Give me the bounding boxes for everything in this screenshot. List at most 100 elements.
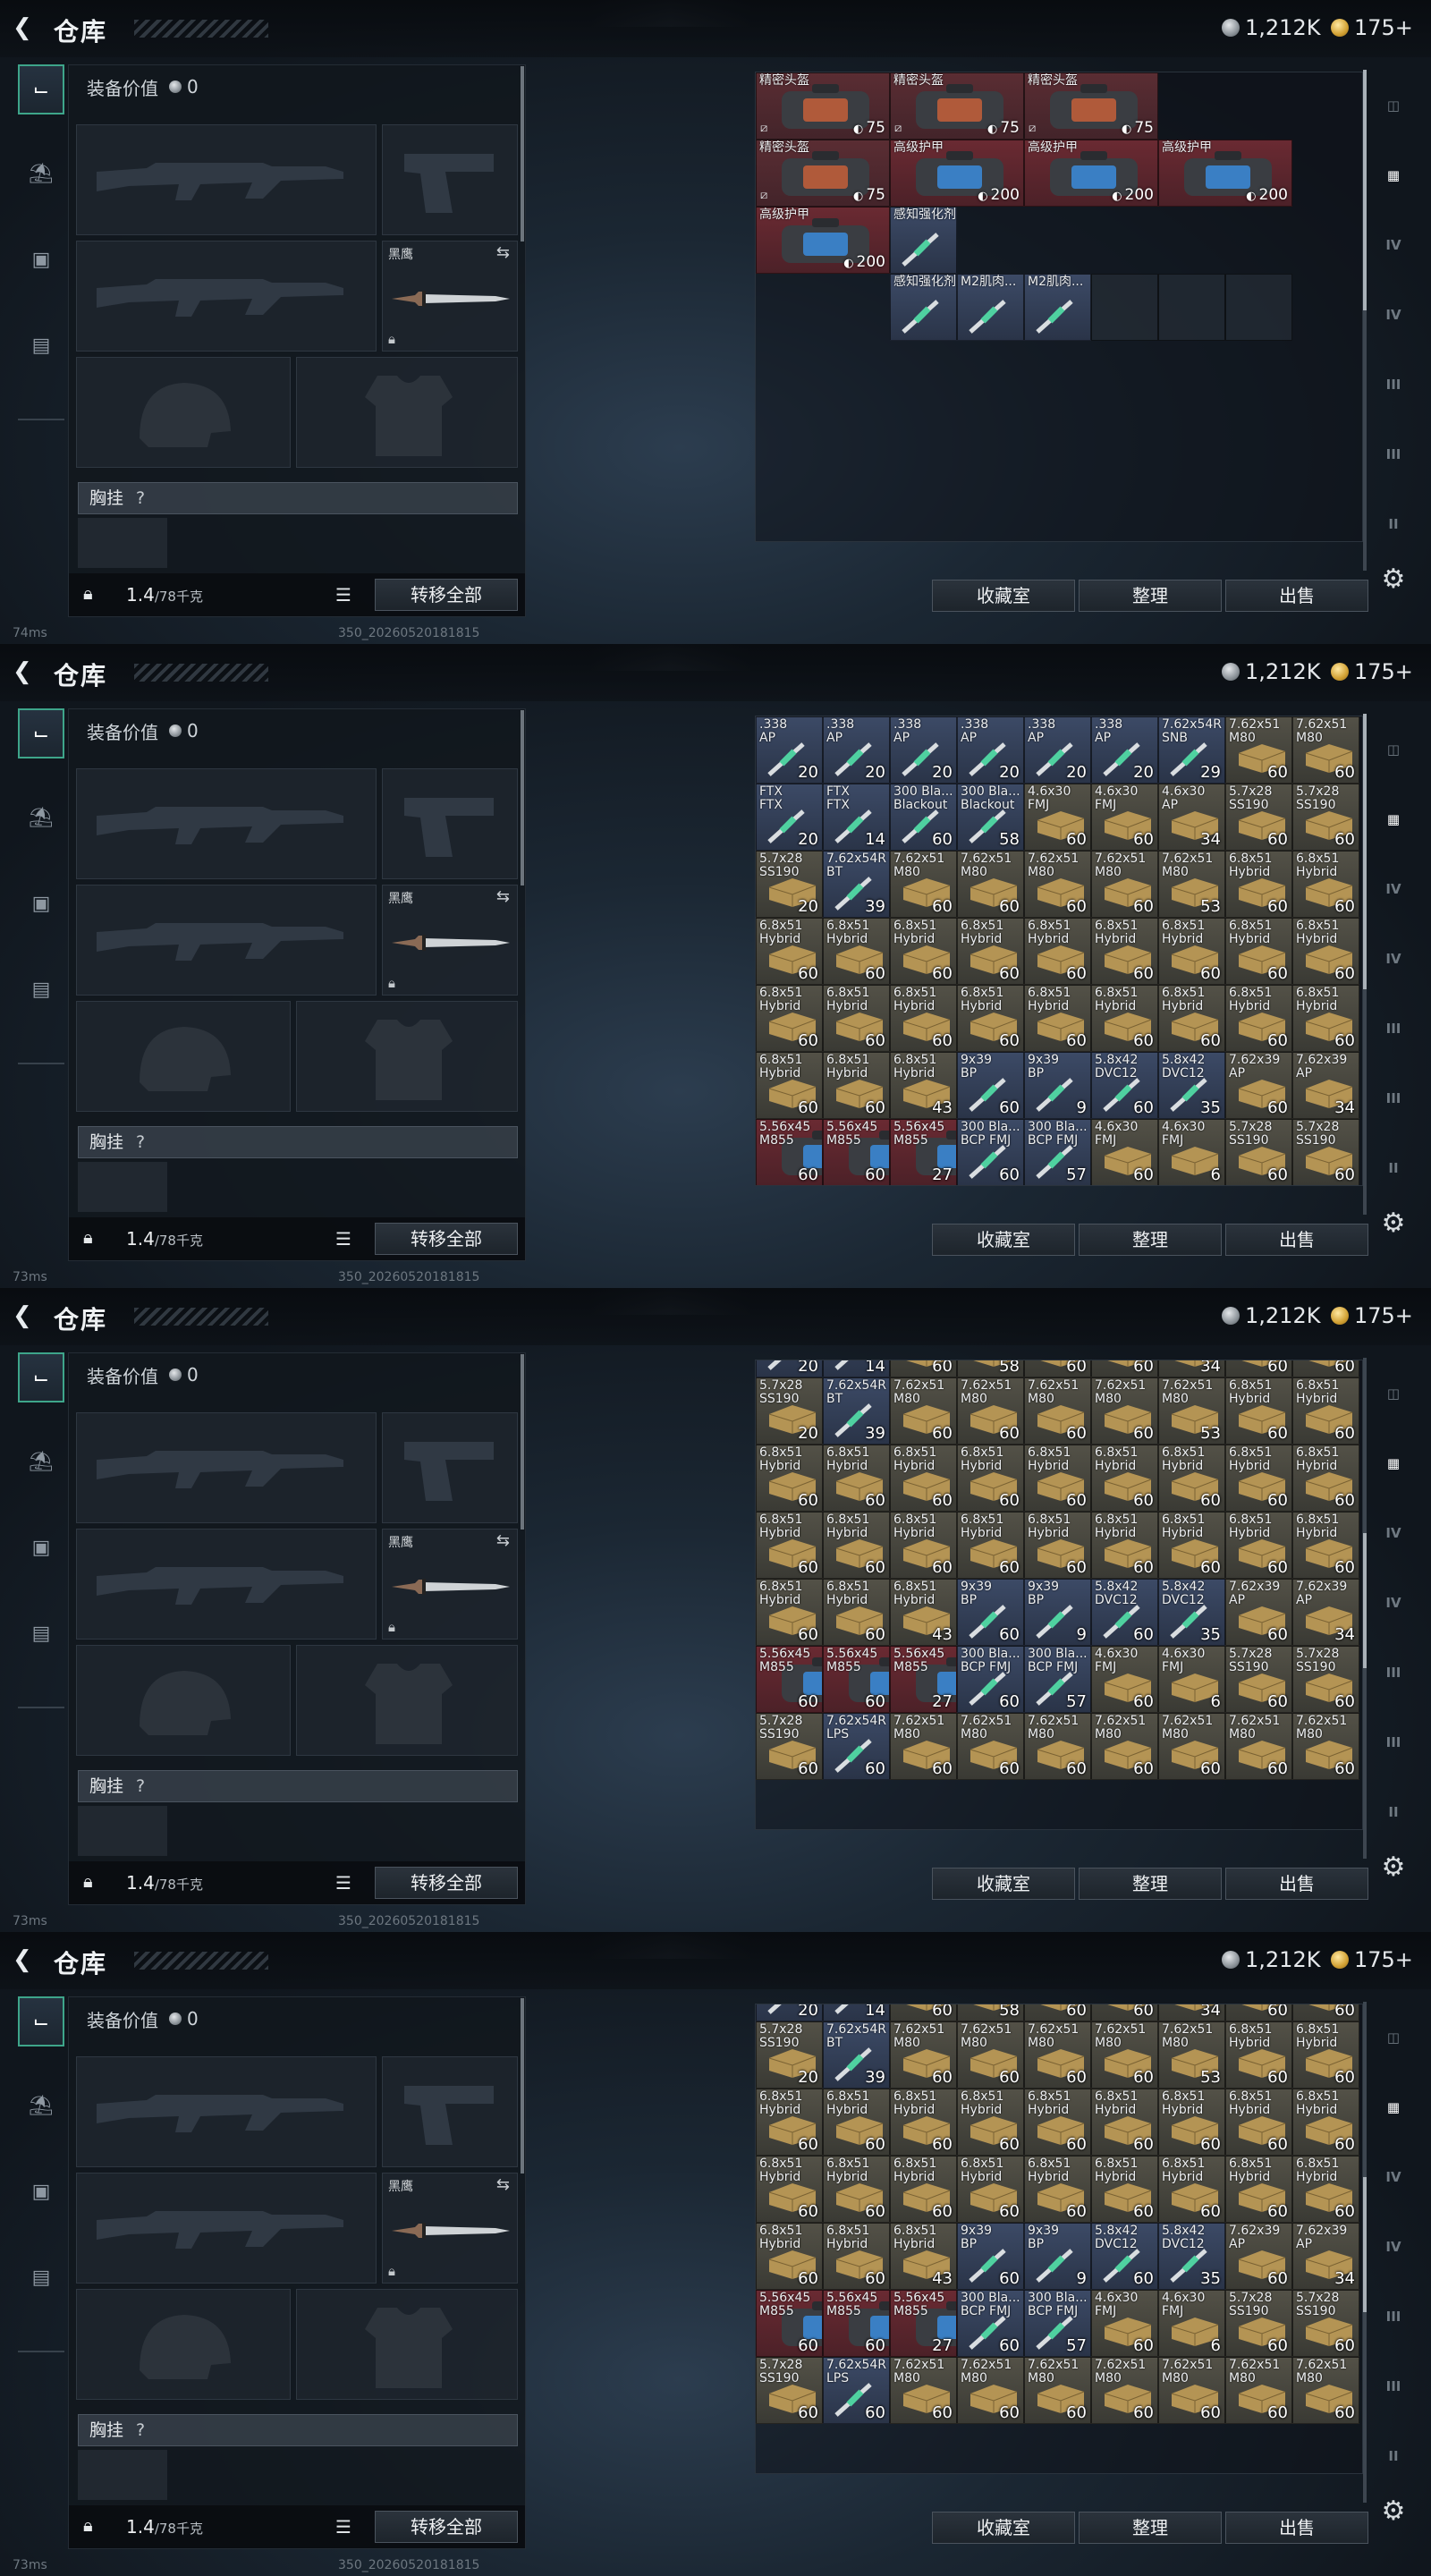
secondary-weapon-slot[interactable] [76,1529,377,1640]
item-cell[interactable]: 6.8x51 Hybrid 60 [1225,2021,1292,2089]
filter-favorite-icon[interactable]: ▦ [1374,156,1413,195]
armor-slot[interactable] [296,357,518,468]
item-cell[interactable]: 6.8x51 Hybrid 60 [890,1445,957,1512]
item-cell[interactable]: 20 [756,2004,823,2021]
item-cell[interactable]: 6.8x51 Hybrid 60 [957,985,1024,1052]
stash-scroll-thumb[interactable] [1363,70,1367,310]
item-cell[interactable]: 6.8x51 Hybrid 60 [1024,1512,1091,1579]
tier-4-alt-icon[interactable]: IV [1374,939,1413,979]
item-cell[interactable]: 6.8x51 Hybrid 60 [1091,2156,1158,2223]
gear-icon[interactable]: ⚙ [1377,2496,1410,2528]
item-cell[interactable]: 6.8x51 Hybrid 60 [957,918,1024,985]
item-cell[interactable]: 9x39 BP 9 [1024,2223,1091,2290]
secondary-weapon-slot[interactable] [76,885,377,996]
item-cell[interactable]: 5.7x28 SS190 60 [1292,784,1359,851]
gold-currency[interactable]: 175+ [1331,658,1413,685]
item-cell[interactable]: 6.8x51 Hybrid 60 [1091,2089,1158,2156]
item-cell[interactable]: 7.62x39 AP 34 [1292,1052,1359,1119]
tier-2-icon[interactable]: II [1374,1792,1413,1832]
item-cell[interactable]: 7.62x51 M80 60 [1091,1377,1158,1445]
item-cell[interactable]: 5.7x28 SS190 60 [1292,1119,1359,1185]
gold-currency[interactable]: 175+ [1331,14,1413,41]
item-cell[interactable]: 精密头盔 ⧄ ◐ 75 [890,72,1024,140]
item-cell[interactable]: 5.8x42 DVC12 35 [1158,1579,1225,1646]
item-cell[interactable]: .338 AP 20 [1091,716,1158,784]
item-cell[interactable]: 6.8x51 Hybrid 60 [1158,985,1225,1052]
item-cell[interactable]: 5.56x45 M855 60 [756,1119,823,1185]
item-cell[interactable]: 4.6x30 FMJ 6 [1158,1119,1225,1185]
item-cell[interactable]: 6.8x51 Hybrid 60 [823,918,890,985]
item-cell[interactable]: 60 [1292,2004,1359,2021]
item-cell[interactable]: 5.7x28 SS190 60 [756,2357,823,2424]
item-cell[interactable]: 20 [756,1360,823,1377]
armor-slot[interactable] [296,2289,518,2400]
item-cell[interactable]: 7.62x51 M80 60 [957,2021,1024,2089]
armor-slot[interactable] [296,1645,518,1756]
item-cell[interactable]: 6.8x51 Hybrid 60 [823,2156,890,2223]
item-cell[interactable]: 9x39 BP 60 [957,1052,1024,1119]
item-cell[interactable]: 7.62x39 AP 60 [1225,2223,1292,2290]
item-cell[interactable]: 6.8x51 Hybrid 60 [1292,2089,1359,2156]
item-cell[interactable]: 7.62x51 M80 60 [890,2021,957,2089]
item-cell[interactable]: 6.8x51 Hybrid 43 [890,1579,957,1646]
item-cell[interactable]: .338 AP 20 [890,716,957,784]
item-cell[interactable]: 6.8x51 Hybrid 60 [1225,1445,1292,1512]
item-cell[interactable]: 5.56x45 M855 60 [756,2290,823,2357]
item-cell[interactable]: 7.62x51 M80 60 [1292,716,1359,784]
item-cell[interactable]: 5.56x45 M855 60 [823,1119,890,1185]
chest-rig-bar[interactable]: 胸挂? [78,2414,518,2446]
item-cell[interactable]: 300 Bla... BCP FMJ 60 [957,1119,1024,1185]
item-cell[interactable]: 6.8x51 Hybrid 60 [1292,985,1359,1052]
item-cell[interactable]: 5.56x45 M855 27 [890,1119,957,1185]
filter-favorite-icon[interactable]: ▦ [1374,2088,1413,2127]
item-cell[interactable]: 5.7x28 SS190 60 [1225,784,1292,851]
item-cell[interactable]: 5.7x28 SS190 20 [756,1377,823,1445]
melee-slot[interactable]: 黑鹰 ⇆ 🔒︎ [382,2173,518,2284]
tier-3-icon[interactable]: III [1374,2297,1413,2336]
item-cell[interactable]: 4.6x30 FMJ 60 [1024,784,1091,851]
item-cell[interactable]: 感知强化剂 [890,207,957,274]
briefcase-icon[interactable]: ▤ [18,1608,64,1658]
item-cell[interactable]: 7.62x51 M80 60 [1024,1377,1091,1445]
primary-weapon-slot[interactable] [76,1412,377,1523]
item-cell[interactable]: 9x39 BP 9 [1024,1052,1091,1119]
item-cell[interactable]: 58 [957,1360,1024,1377]
secondary-weapon-slot[interactable] [76,2173,377,2284]
item-cell[interactable]: 6.8x51 Hybrid 60 [1024,2089,1091,2156]
item-cell[interactable]: 7.62x51 M80 60 [1091,1713,1158,1780]
chest-rig-help[interactable]: ? [136,2420,145,2440]
item-cell[interactable]: 6.8x51 Hybrid 60 [1158,918,1225,985]
item-cell[interactable]: 5.8x42 DVC12 60 [1091,1579,1158,1646]
item-cell[interactable]: 7.62x39 AP 60 [1225,1579,1292,1646]
item-cell[interactable]: .338 AP 20 [823,716,890,784]
item-cell[interactable]: 6.8x51 Hybrid 60 [823,1512,890,1579]
item-cell[interactable]: 5.8x42 DVC12 35 [1158,1052,1225,1119]
tier-2-icon[interactable]: II [1374,1148,1413,1188]
item-cell[interactable]: 60 [1091,2004,1158,2021]
item-cell[interactable]: 60 [890,1360,957,1377]
item-cell[interactable]: 6.8x51 Hybrid 60 [1024,1445,1091,1512]
item-cell[interactable]: 6.8x51 Hybrid 60 [1292,851,1359,918]
item-cell[interactable]: 5.56x45 M855 60 [823,1646,890,1713]
sort-button[interactable]: 整理 [1079,1224,1222,1256]
item-cell[interactable]: 6.8x51 Hybrid 60 [1225,2156,1292,2223]
silver-currency[interactable]: 1,212K [1222,658,1320,685]
swap-icon[interactable]: ⇆ [496,243,510,262]
chest-rig-slot[interactable] [78,1806,167,1856]
item-cell[interactable]: 6.8x51 Hybrid 60 [1225,985,1292,1052]
item-cell[interactable]: 7.62x54R SNB 29 [1158,716,1225,784]
loadout-scrollbar[interactable] [521,1354,524,1530]
gun-icon[interactable]: ⌙ [18,1996,64,2046]
item-cell[interactable]: 60 [1292,1360,1359,1377]
item-cell[interactable]: 7.62x51 M80 60 [1225,716,1292,784]
item-cell[interactable]: 60 [890,2004,957,2021]
item-cell[interactable]: 4.6x30 FMJ 60 [1091,2290,1158,2357]
transfer-all-button[interactable]: 转移全部 [375,1223,518,1255]
melee-slot[interactable]: 黑鹰 ⇆ 🔒︎ [382,1529,518,1640]
item-cell[interactable]: 7.62x51 M80 60 [890,1377,957,1445]
item-cell[interactable]: 4.6x30 FMJ 60 [1091,1119,1158,1185]
item-cell[interactable]: 高级护甲 ◐ 200 [890,140,1024,207]
item-cell[interactable]: 4.6x30 AP 34 [1158,784,1225,851]
item-cell[interactable]: 6.8x51 Hybrid 60 [890,2156,957,2223]
item-cell[interactable]: 6.8x51 Hybrid 60 [1225,1377,1292,1445]
